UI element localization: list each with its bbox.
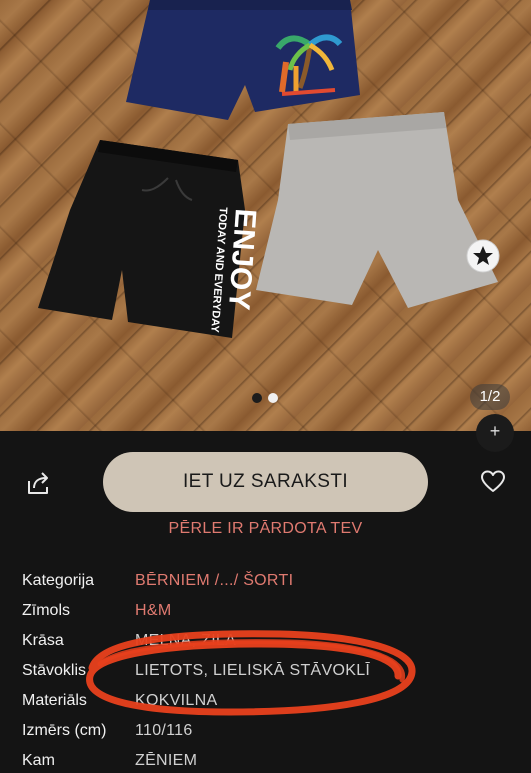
detail-value: LIETOTS, LIELISKĀ STĀVOKLĪ	[135, 662, 371, 679]
detail-label: Krāsa	[22, 632, 64, 649]
sold-notice: PĒRLE IR PĀRDOTA TEV	[168, 520, 363, 537]
detail-row-for: Kam ZĒNIEM	[22, 749, 522, 773]
detail-label: Materiāls	[22, 692, 87, 709]
detail-value: ZĒNIEM	[135, 752, 198, 769]
detail-value: 110/116	[135, 722, 193, 739]
share-icon[interactable]	[24, 469, 52, 497]
detail-row-size: Izmērs (cm) 110/116	[22, 719, 522, 743]
zoom-icon[interactable]: +	[476, 414, 514, 452]
detail-row-color: Krāsa MELNA, ZILA	[22, 629, 522, 653]
detail-label: Kategorija	[22, 572, 95, 589]
detail-label: Stāvoklis	[22, 662, 87, 679]
product-image: ENJOY TODAY AND EVERYDAY	[38, 0, 500, 338]
carousel-dots	[252, 393, 278, 403]
carousel-dot[interactable]	[268, 393, 278, 403]
brand-link[interactable]: H&M	[135, 599, 171, 623]
go-to-list-button[interactable]: IET UZ SARAKSTI	[103, 452, 428, 512]
detail-label: Kam	[22, 752, 55, 769]
carousel-dot-active[interactable]	[252, 393, 262, 403]
detail-row-material: Materiāls KOKVILNA	[22, 689, 522, 713]
detail-value: MELNA, ZILA	[135, 632, 237, 649]
detail-row-condition: Stāvoklis LIETOTS, LIELISKĀ STĀVOKLĪ	[22, 659, 522, 683]
detail-row-brand: Zīmols H&M	[22, 599, 522, 623]
detail-label: Izmērs (cm)	[22, 722, 107, 739]
detail-label: Zīmols	[22, 602, 70, 619]
category-link[interactable]: BĒRNIEM /.../ ŠORTI	[135, 569, 293, 593]
detail-value: KOKVILNA	[135, 692, 218, 709]
heart-icon[interactable]	[480, 469, 506, 495]
detail-row-category: Kategorija BĒRNIEM /.../ ŠORTI	[22, 569, 522, 593]
product-photo[interactable]: ENJOY TODAY AND EVERYDAY 1/2	[0, 0, 531, 431]
image-counter: 1/2	[470, 384, 510, 410]
